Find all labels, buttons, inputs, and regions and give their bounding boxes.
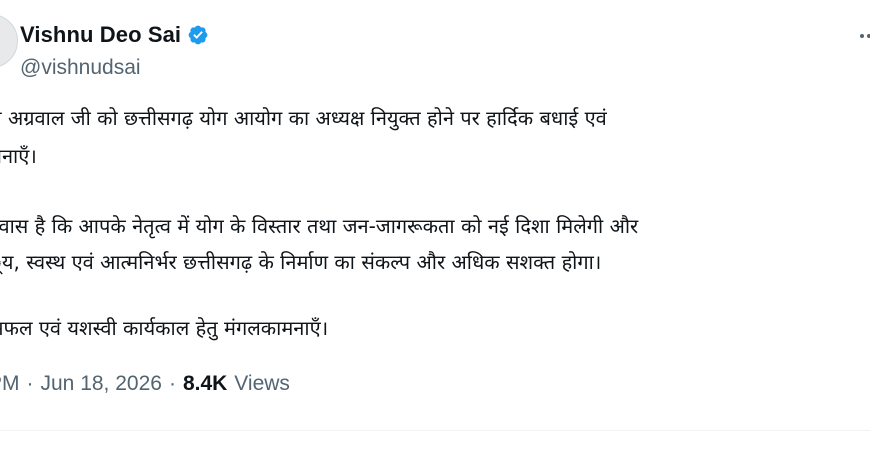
verified-badge-icon[interactable]	[187, 24, 209, 46]
views-count[interactable]: 8.4K	[183, 372, 227, 396]
tweet-text-line: य अग्रवाल जी को छत्तीसगढ़ योग आयोग का अध…	[0, 106, 607, 130]
author-handle[interactable]: @vishnudsai	[20, 56, 141, 80]
views-label: Views	[234, 372, 290, 395]
divider	[0, 430, 870, 431]
more-options-icon[interactable]	[860, 24, 870, 48]
meta-separator: ·	[26, 372, 34, 395]
author-display-name[interactable]: Vishnu Deo Sai	[20, 22, 181, 48]
tweet-time[interactable]: PM	[0, 372, 20, 396]
author-name-row: Vishnu Deo Sai	[20, 20, 209, 50]
tweet-text-line: श्वास है कि आपके नेतृत्व में योग के विस्…	[0, 214, 639, 238]
tweet-date[interactable]: Jun 18, 2026	[41, 372, 162, 396]
tweet-text-line: ्य, स्वस्थ एवं आत्मनिर्भर छत्तीसगढ़ के न…	[0, 250, 602, 274]
tweet-meta: PM · Jun 18, 2026 · 8.4K Views	[0, 368, 290, 400]
tweet-text-line: मनाएँ।	[0, 144, 37, 168]
tweet-text-line: सफल एवं यशस्वी कार्यकाल हेतु मंगलकामनाएँ…	[0, 316, 329, 340]
avatar[interactable]	[0, 14, 18, 68]
meta-separator: ·	[168, 372, 176, 395]
